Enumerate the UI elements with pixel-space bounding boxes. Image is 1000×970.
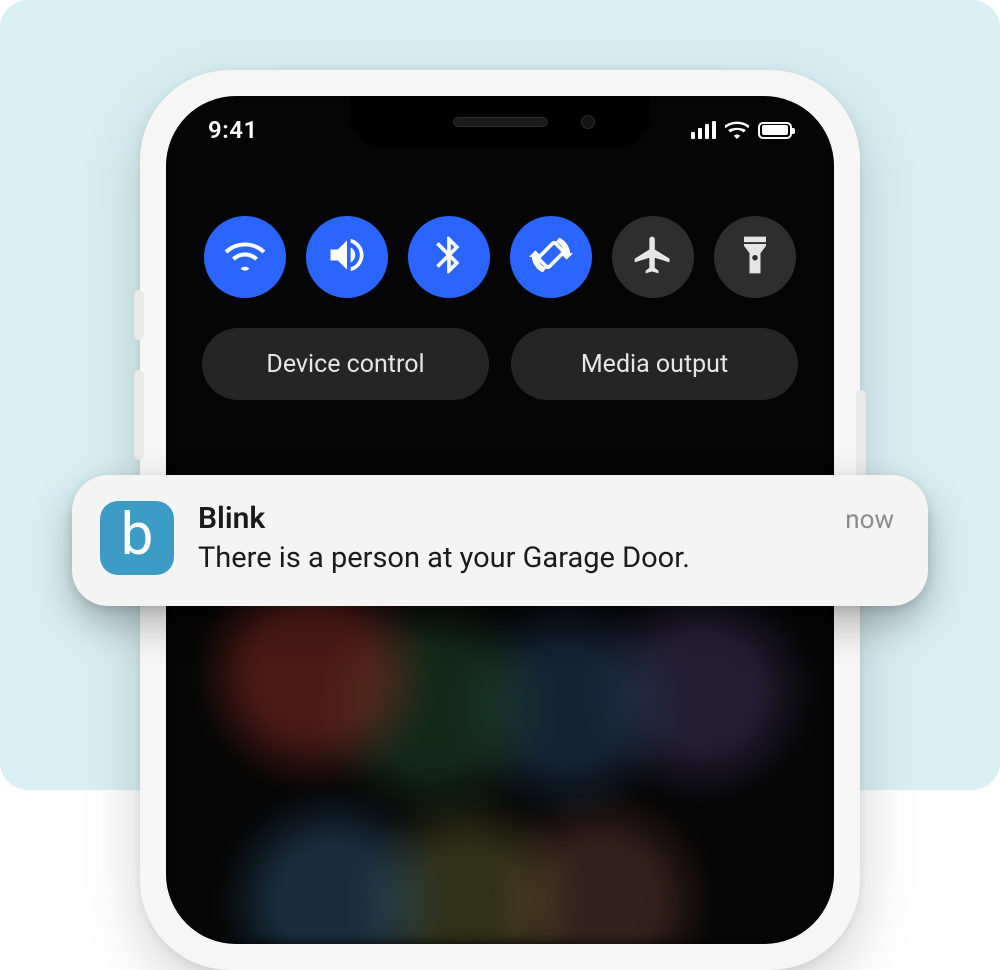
device-control-button[interactable]: Device control <box>202 328 489 400</box>
stage: 9:41 <box>0 0 1000 790</box>
airplane-icon <box>631 233 675 281</box>
phone-side-button <box>134 290 144 340</box>
sound-toggle[interactable] <box>306 216 388 298</box>
wifi-toggle[interactable] <box>204 216 286 298</box>
notification-time: now <box>845 505 894 535</box>
speaker-icon <box>325 233 369 281</box>
notification-app-icon: b <box>100 501 174 575</box>
notification-message: There is a person at your Garage Door. <box>198 540 894 576</box>
notification-body: Blink now There is a person at your Gara… <box>198 501 894 576</box>
wifi-icon <box>223 233 267 281</box>
rotate-icon <box>529 233 573 281</box>
phone-notch <box>350 96 650 148</box>
speaker-grille <box>453 117 548 127</box>
front-camera <box>581 115 595 129</box>
notification-app-name: Blink <box>198 501 265 536</box>
airplane-mode-toggle[interactable] <box>612 216 694 298</box>
notification-card[interactable]: b Blink now There is a person at your Ga… <box>72 475 928 606</box>
media-output-button[interactable]: Media output <box>511 328 798 400</box>
quick-settings-pill-row: Device control Media output <box>202 328 798 400</box>
bluetooth-toggle[interactable] <box>408 216 490 298</box>
bluetooth-icon <box>427 233 471 281</box>
flashlight-icon <box>733 233 777 281</box>
auto-rotate-toggle[interactable] <box>510 216 592 298</box>
quick-settings-row <box>202 216 798 298</box>
phone-side-button <box>134 370 144 460</box>
flashlight-toggle[interactable] <box>714 216 796 298</box>
